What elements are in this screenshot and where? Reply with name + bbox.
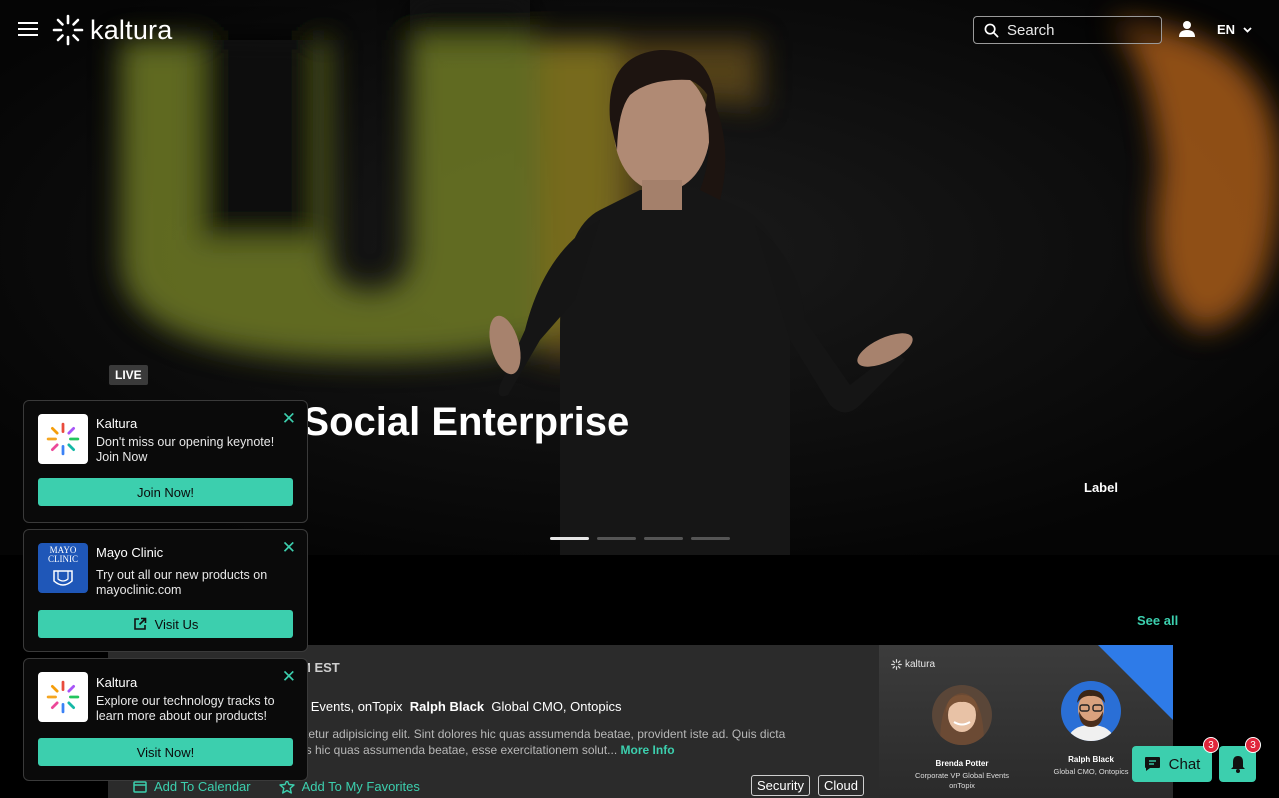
kaltura-burst-icon <box>891 659 902 670</box>
close-icon[interactable]: ✕ <box>282 410 296 427</box>
thumbnail-speaker-2: Ralph Black Global CMO, Ontopics <box>1036 681 1146 777</box>
search-icon <box>984 23 999 37</box>
kaltura-avatar <box>38 414 88 464</box>
speaker-name: Ralph Black <box>1068 755 1114 764</box>
hamburger-menu-icon[interactable] <box>18 19 38 41</box>
tag-security[interactable]: Security <box>751 775 810 796</box>
close-icon[interactable]: ✕ <box>282 668 296 685</box>
bell-unread-badge: 3 <box>1245 737 1261 753</box>
notification-message: Explore our technology tracks to learn m… <box>96 694 275 723</box>
chat-label: Chat <box>1168 755 1201 773</box>
language-code: EN <box>1217 22 1236 37</box>
thumbnail-logo-text: kaltura <box>905 659 936 670</box>
chat-button[interactable]: Chat 3 <box>1132 737 1219 782</box>
live-badge: LIVE <box>109 365 148 385</box>
chevron-down-icon <box>1243 26 1252 33</box>
hero-title: f Social Enterprise <box>278 400 630 444</box>
speaker-role: Corporate VP Global Events onTopix <box>914 771 1010 790</box>
session-description: ctetur adipisicing elit. Sint dolores hi… <box>299 726 809 758</box>
calendar-icon <box>133 781 147 793</box>
visit-now-label: Visit Now! <box>136 744 195 760</box>
join-now-button[interactable]: Join Now! <box>38 478 293 506</box>
session-actions: Add To Calendar Add To My Favorites <box>133 779 420 794</box>
search-input[interactable] <box>1007 21 1157 39</box>
visit-us-button[interactable]: Visit Us <box>38 610 293 638</box>
speaker-role: Global CMO, Ontopics <box>491 699 622 714</box>
notification-brand: Kaltura <box>96 675 138 690</box>
kaltura-burst-icon <box>52 14 84 46</box>
see-all-link[interactable]: See all <box>1137 613 1178 628</box>
carousel-pagination <box>550 537 730 540</box>
carousel-dot-4[interactable] <box>691 537 730 540</box>
more-info-link[interactable]: More Info <box>621 743 675 757</box>
add-to-calendar-label: Add To Calendar <box>154 779 251 794</box>
notifications-bell-button[interactable]: 3 <box>1219 737 1261 782</box>
external-link-icon <box>133 617 146 630</box>
speaker-photo <box>1061 681 1121 741</box>
session-tags: Security Cloud <box>751 775 864 796</box>
carousel-dot-1[interactable] <box>550 537 589 540</box>
top-navigation-bar: kaltura EN <box>0 0 1279 60</box>
language-selector[interactable]: EN <box>1217 22 1252 37</box>
visit-us-label: Visit Us <box>154 616 199 632</box>
notification-card-kaltura-tracks: Kaltura Explore our technology tracks to… <box>23 658 308 781</box>
hero-label: Label <box>1084 480 1118 495</box>
add-to-favorites-label: Add To My Favorites <box>301 779 420 794</box>
kaltura-burst-color-icon <box>46 422 80 456</box>
thumbnail-speaker-1: Brenda Potter Corporate VP Global Events… <box>907 685 1017 791</box>
notification-card-mayo-clinic: MAYO CLINIC Mayo Clinic Try out all our … <box>23 529 308 652</box>
speakers-prefix: al Events, onTopix <box>297 699 403 714</box>
bell-icon <box>1230 756 1245 773</box>
kaltura-burst-color-icon <box>46 680 80 714</box>
description-line-2: es hic quas assumenda beatae, esse exerc… <box>299 743 618 757</box>
speaker-role: Global CMO, Ontopics <box>1053 767 1129 776</box>
add-to-favorites-button[interactable]: Add To My Favorites <box>278 779 420 794</box>
speaker-name: Ralph Black <box>409 699 485 714</box>
thumbnail-logo: kaltura <box>891 659 935 670</box>
speaker-name: Brenda Potter <box>935 759 989 768</box>
tag-cloud[interactable]: Cloud <box>817 775 864 796</box>
speaker-photo <box>932 685 992 745</box>
kaltura-avatar <box>38 672 88 722</box>
notification-brand: Kaltura <box>96 416 138 431</box>
star-icon <box>278 779 295 794</box>
mayo-clinic-logo: MAYO CLINIC <box>38 543 88 593</box>
search-box[interactable] <box>973 16 1162 44</box>
logo-text: kaltura <box>90 14 173 45</box>
join-now-label: Join Now! <box>136 484 195 500</box>
add-to-calendar-button[interactable]: Add To Calendar <box>133 779 251 794</box>
kaltura-logo[interactable]: kaltura <box>52 14 172 46</box>
notification-card-kaltura-keynote: Kaltura Don't miss our opening keynote! … <box>23 400 308 523</box>
mayo-logo-text: MAYO CLINIC <box>48 545 78 564</box>
chat-unread-badge: 3 <box>1203 737 1219 753</box>
notification-message: Try out all our new products on mayoclin… <box>96 568 268 597</box>
close-icon[interactable]: ✕ <box>282 539 296 556</box>
carousel-dot-3[interactable] <box>644 537 683 540</box>
session-speakers: al Events, onTopix Ralph Black Global CM… <box>297 699 621 714</box>
carousel-dot-2[interactable] <box>597 537 636 540</box>
session-thumbnail[interactable]: kaltura Brenda Potter Corporate VP Globa… <box>879 645 1173 798</box>
user-profile-icon[interactable] <box>1178 20 1196 38</box>
notification-message: Don't miss our opening keynote! Join Now <box>96 435 275 464</box>
notification-brand: Mayo Clinic <box>96 545 164 560</box>
description-line-1: ctetur adipisicing elit. Sint dolores hi… <box>299 727 786 741</box>
chat-bubble-icon <box>1144 757 1160 771</box>
visit-now-button[interactable]: Visit Now! <box>38 738 293 766</box>
